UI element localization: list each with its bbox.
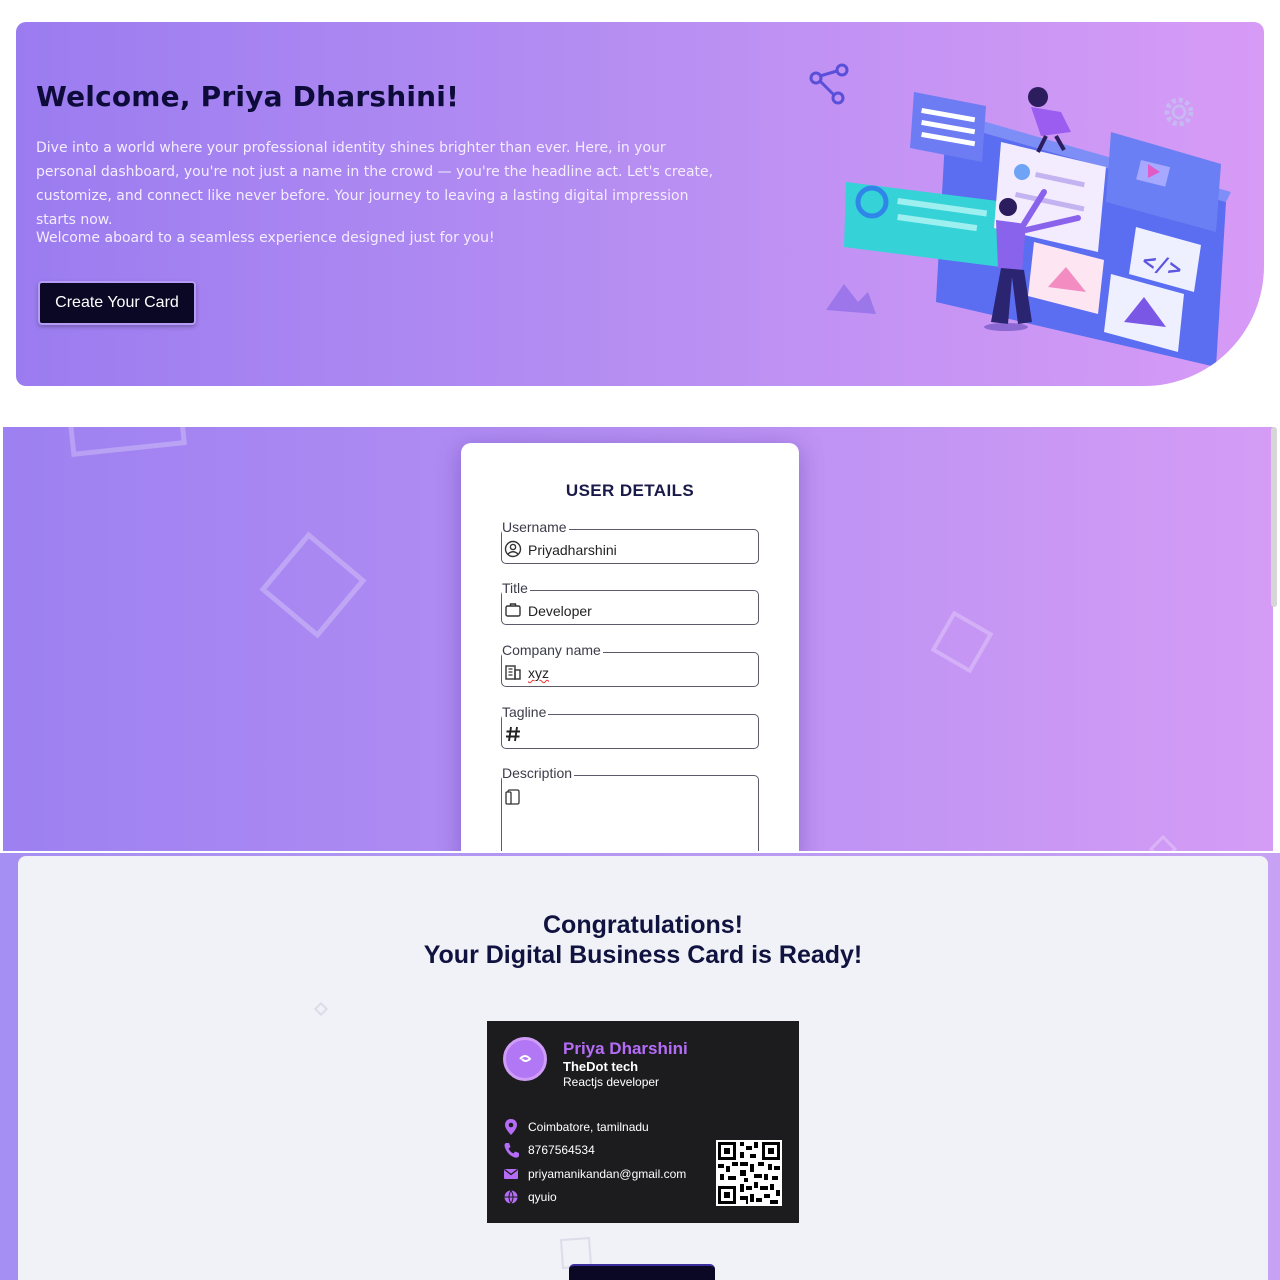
scrollbar-thumb[interactable] [1271,427,1277,607]
title-label: Title [502,580,530,596]
share-icon [809,63,849,105]
document-icon [505,789,520,805]
decorative-square [1148,834,1178,851]
location-pin-icon [505,1119,517,1135]
decorative-square [930,610,994,674]
qr-code[interactable] [716,1140,782,1206]
tagline-field[interactable]: Tagline [501,705,759,749]
hash-icon [506,726,520,742]
briefcase-icon [505,603,521,617]
mail-icon [504,1168,518,1179]
card-role: Reactjs developer [563,1075,660,1089]
company-name-field[interactable]: Company name xyz [501,643,759,687]
card-phone: 8767564534 [528,1143,595,1157]
description-field[interactable]: Description [501,766,759,851]
card-website: qyuio [528,1190,557,1204]
title-field[interactable]: Title Developer [501,581,759,625]
card-email: priyamanikandan@gmail.com [528,1167,687,1181]
dashboard-illustration: </> [809,63,1231,367]
gear-icon [1164,97,1194,127]
card-name: Priya Dharshini [563,1039,688,1058]
username-value: Priyadharshini [528,542,617,558]
username-label: Username [502,519,569,535]
card-company: TheDot tech [563,1059,639,1074]
avatar [503,1037,547,1081]
decorative-square [313,1001,329,1017]
company-name-value: xyz [528,665,549,681]
decorative-square [259,531,367,639]
card-ready-heading: Your Digital Business Card is Ready! [423,941,863,969]
username-field[interactable]: Username Priyadharshini [501,520,759,564]
tagline-label: Tagline [502,704,549,720]
globe-icon [504,1190,518,1205]
congrats-heading: Congratulations! [543,911,743,939]
welcome-hero: Welcome, Priya Dharshini! Dive into a wo… [16,22,1264,386]
title-value: Developer [528,603,592,619]
digital-business-card: Priya Dharshini TheDot tech Reactjs deve… [487,1021,799,1223]
download-card-button[interactable] [569,1264,715,1280]
card-location: Coimbatore, tamilnadu [528,1120,649,1134]
welcome-title: Welcome, Priya Dharshini! [36,80,460,113]
user-details-panel: USER DETAILS Username Priyadharshini Tit… [3,427,1273,851]
company-name-label: Company name [502,642,603,658]
user-details-form: USER DETAILS Username Priyadharshini Tit… [461,443,799,851]
building-icon [505,665,521,680]
user-circle-icon [504,540,522,558]
decorative-square [67,427,187,457]
welcome-aboard-text: Welcome aboard to a seamless experience … [36,230,495,246]
welcome-intro-text: Dive into a world where your professiona… [36,140,714,228]
description-label: Description [502,765,575,781]
phone-icon [504,1143,519,1158]
logo-icon [519,1055,532,1062]
create-your-card-button[interactable]: Create Your Card [38,281,196,325]
form-title: USER DETAILS [565,481,695,500]
congratulations-panel: Congratulations! Your Digital Business C… [18,856,1268,1280]
